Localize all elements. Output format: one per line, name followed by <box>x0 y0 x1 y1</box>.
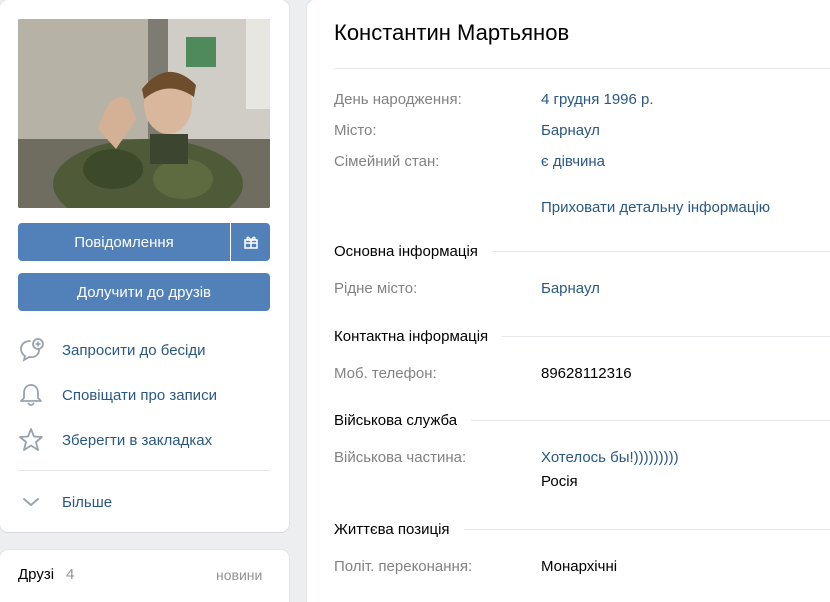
birthday-value[interactable]: 4 грудня 1996 р. <box>541 91 654 108</box>
politics-value: Монархічні <box>541 558 618 575</box>
message-button[interactable]: Повідомлення <box>18 223 230 261</box>
hometown-label: Рідне місто: <box>334 280 418 297</box>
section-basic-info: Основна інформація <box>334 243 830 260</box>
gift-icon <box>243 236 258 249</box>
city-label: Місто: <box>334 122 377 139</box>
notify-posts-action[interactable]: Сповіщати про записи <box>18 380 217 410</box>
chat-plus-icon <box>20 338 44 362</box>
section-military-title: Військова служба <box>334 412 472 429</box>
add-friend-button-label: Долучити до друзів <box>76 283 212 301</box>
friends-count: 4 <box>66 566 75 583</box>
more-action[interactable]: Більше <box>18 487 112 517</box>
star-icon <box>19 428 43 451</box>
notify-posts-label: Сповіщати про записи <box>62 386 217 404</box>
military-unit-label: Військова частина: <box>334 449 467 466</box>
friends-title[interactable]: Друзі <box>18 566 54 583</box>
bookmark-label: Зберегти в закладках <box>62 431 213 449</box>
bookmark-action[interactable]: Зберегти в закладках <box>18 425 212 455</box>
invite-to-chat-action[interactable]: Запросити до бесіди <box>18 335 206 365</box>
city-value[interactable]: Барнаул <box>541 122 600 139</box>
phone-value: 89628112316 <box>541 365 632 382</box>
birthday-label: День народження: <box>334 91 462 108</box>
actions-divider <box>18 470 270 471</box>
gift-button[interactable] <box>231 223 270 261</box>
politics-label: Політ. переконання: <box>334 558 473 575</box>
section-life-title: Життєва позиція <box>334 521 464 538</box>
profile-photo[interactable] <box>18 19 270 208</box>
header-divider <box>334 68 830 69</box>
bell-icon <box>20 384 42 406</box>
section-basic-title: Основна інформація <box>334 243 492 260</box>
add-friend-button[interactable]: Долучити до друзів <box>18 273 270 311</box>
section-contact-title: Контактна інформація <box>334 328 503 345</box>
profile-name: Константин Мартьянов <box>334 20 570 45</box>
more-label: Більше <box>62 493 113 511</box>
family-status-value[interactable]: є дівчина <box>541 153 605 170</box>
friends-news-link[interactable]: новини <box>216 567 262 583</box>
profile-photo-image <box>18 19 270 208</box>
family-status-label: Сімейний стан: <box>334 153 440 170</box>
section-life-position: Життєва позиція <box>334 521 830 538</box>
military-unit-country: Росія <box>541 473 578 490</box>
hide-details-link[interactable]: Приховати детальну інформацію <box>541 199 770 216</box>
hometown-value[interactable]: Барнаул <box>541 280 600 297</box>
message-button-label: Повідомлення <box>74 233 174 251</box>
military-unit-value[interactable]: Хотелось бы!))))))))) <box>541 449 679 466</box>
section-military: Військова служба <box>334 412 830 429</box>
chevron-down-icon <box>23 498 39 506</box>
phone-label: Моб. телефон: <box>334 365 437 382</box>
section-contact-info: Контактна інформація <box>334 328 830 345</box>
invite-to-chat-label: Запросити до бесіди <box>62 341 206 359</box>
